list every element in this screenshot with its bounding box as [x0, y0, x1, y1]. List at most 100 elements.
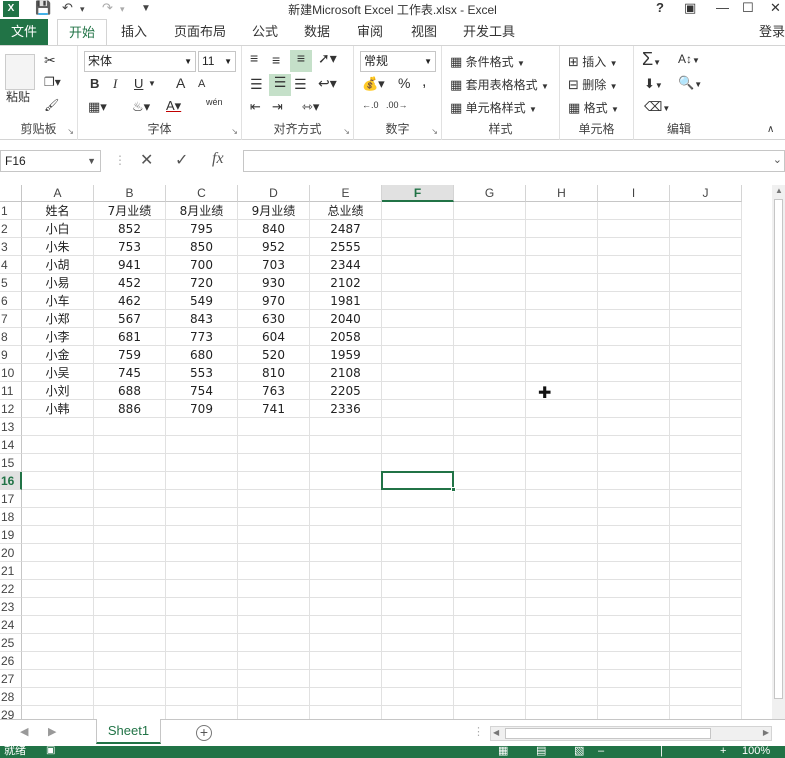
cell-i14[interactable] — [598, 436, 670, 454]
cell-d7[interactable]: 630 — [238, 310, 310, 328]
cell-e17[interactable] — [310, 490, 382, 508]
cell-d28[interactable] — [238, 688, 310, 706]
format-as-table-button[interactable]: ▦ 套用表格格式 ▼ — [450, 76, 549, 93]
cell-d20[interactable] — [238, 544, 310, 562]
cell-j19[interactable] — [670, 526, 742, 544]
cell-a15[interactable] — [22, 454, 94, 472]
cell-a19[interactable] — [22, 526, 94, 544]
clear-icon[interactable]: ⌫▼ — [644, 99, 670, 115]
zoom-slider-thumb[interactable]: | — [660, 746, 663, 758]
cell-d25[interactable] — [238, 634, 310, 652]
tab-view[interactable]: 视图 — [402, 19, 446, 45]
cell-g28[interactable] — [454, 688, 526, 706]
cell-i16[interactable] — [598, 472, 670, 490]
cell-a26[interactable] — [22, 652, 94, 670]
italic-button[interactable]: I — [113, 76, 117, 92]
cell-f15[interactable] — [382, 454, 454, 472]
cell-g9[interactable] — [454, 346, 526, 364]
row-header-26[interactable]: 26 — [0, 652, 22, 670]
cell-a12[interactable]: 小韩 — [22, 400, 94, 418]
tab-insert[interactable]: 插入 — [112, 19, 156, 45]
cell-e24[interactable] — [310, 616, 382, 634]
cell-c20[interactable] — [166, 544, 238, 562]
previous-sheet-icon[interactable]: ◀ — [20, 725, 28, 738]
cell-styles-button[interactable]: ▦ 单元格样式 ▼ — [450, 99, 537, 116]
cell-b29[interactable] — [94, 706, 166, 719]
cell-a5[interactable]: 小易 — [22, 274, 94, 292]
row-header-23[interactable]: 23 — [0, 598, 22, 616]
cell-j22[interactable] — [670, 580, 742, 598]
cell-f7[interactable] — [382, 310, 454, 328]
cell-b3[interactable]: 753 — [94, 238, 166, 256]
cell-c8[interactable]: 773 — [166, 328, 238, 346]
cell-f22[interactable] — [382, 580, 454, 598]
underline-button[interactable]: U — [134, 76, 143, 91]
scroll-up-icon[interactable]: ▲ — [775, 186, 783, 195]
cell-j23[interactable] — [670, 598, 742, 616]
cell-f8[interactable] — [382, 328, 454, 346]
cell-g20[interactable] — [454, 544, 526, 562]
cell-h8[interactable] — [526, 328, 598, 346]
font-color-icon[interactable]: A▾ — [166, 98, 181, 114]
cell-b4[interactable]: 941 — [94, 256, 166, 274]
cell-a29[interactable] — [22, 706, 94, 719]
cell-e9[interactable]: 1959 — [310, 346, 382, 364]
cell-j27[interactable] — [670, 670, 742, 688]
cell-c23[interactable] — [166, 598, 238, 616]
cell-h18[interactable] — [526, 508, 598, 526]
cell-j25[interactable] — [670, 634, 742, 652]
align-center-icon[interactable]: ☰ — [269, 74, 291, 96]
cell-h3[interactable] — [526, 238, 598, 256]
bold-button[interactable]: B — [90, 76, 99, 91]
cell-h14[interactable] — [526, 436, 598, 454]
cell-c24[interactable] — [166, 616, 238, 634]
cell-f26[interactable] — [382, 652, 454, 670]
cell-g16[interactable] — [454, 472, 526, 490]
cell-e22[interactable] — [310, 580, 382, 598]
font-size-select[interactable]: 11 ▼ — [198, 51, 236, 72]
cell-a11[interactable]: 小刘 — [22, 382, 94, 400]
tab-page-layout[interactable]: 页面布局 — [168, 19, 232, 45]
cell-d4[interactable]: 703 — [238, 256, 310, 274]
cell-b16[interactable] — [94, 472, 166, 490]
row-header-4[interactable]: 4 — [0, 256, 22, 274]
cell-c29[interactable] — [166, 706, 238, 719]
format-painter-icon[interactable]: 🖌 — [44, 98, 59, 112]
column-header-h[interactable]: H — [526, 185, 598, 202]
tab-developer[interactable]: 开发工具 — [456, 19, 522, 45]
insert-cells-button[interactable]: ⊞ 插入 ▼ — [568, 53, 618, 70]
login-link[interactable]: 登录 — [759, 19, 785, 45]
sheet-tab-sheet1[interactable]: Sheet1 — [96, 719, 161, 744]
row-header-16[interactable]: 16 — [0, 472, 22, 490]
cell-c1[interactable]: 8月业绩 — [166, 202, 238, 220]
formula-input[interactable]: ⌄ — [243, 150, 785, 172]
cell-e14[interactable] — [310, 436, 382, 454]
cell-b14[interactable] — [94, 436, 166, 454]
cell-a25[interactable] — [22, 634, 94, 652]
cell-h2[interactable] — [526, 220, 598, 238]
orientation-icon[interactable]: ➚▾ — [318, 50, 337, 67]
scroll-right-icon[interactable]: ▶ — [763, 728, 769, 737]
font-launcher-icon[interactable]: ↘ — [231, 127, 238, 136]
cell-b21[interactable] — [94, 562, 166, 580]
align-left-icon[interactable]: ☰ — [250, 76, 263, 93]
cell-b22[interactable] — [94, 580, 166, 598]
font-name-select[interactable]: 宋体 ▼ — [84, 51, 196, 72]
cell-d11[interactable]: 763 — [238, 382, 310, 400]
column-header-f[interactable]: F — [382, 185, 454, 202]
cell-c27[interactable] — [166, 670, 238, 688]
cell-j3[interactable] — [670, 238, 742, 256]
cell-f6[interactable] — [382, 292, 454, 310]
cell-i11[interactable] — [598, 382, 670, 400]
cell-f2[interactable] — [382, 220, 454, 238]
cell-g26[interactable] — [454, 652, 526, 670]
cell-a18[interactable] — [22, 508, 94, 526]
cell-h4[interactable] — [526, 256, 598, 274]
cell-c15[interactable] — [166, 454, 238, 472]
vertical-scrollbar[interactable]: ▲ — [772, 185, 785, 719]
cell-h24[interactable] — [526, 616, 598, 634]
cell-g19[interactable] — [454, 526, 526, 544]
cell-f12[interactable] — [382, 400, 454, 418]
cell-j14[interactable] — [670, 436, 742, 454]
cell-g3[interactable] — [454, 238, 526, 256]
